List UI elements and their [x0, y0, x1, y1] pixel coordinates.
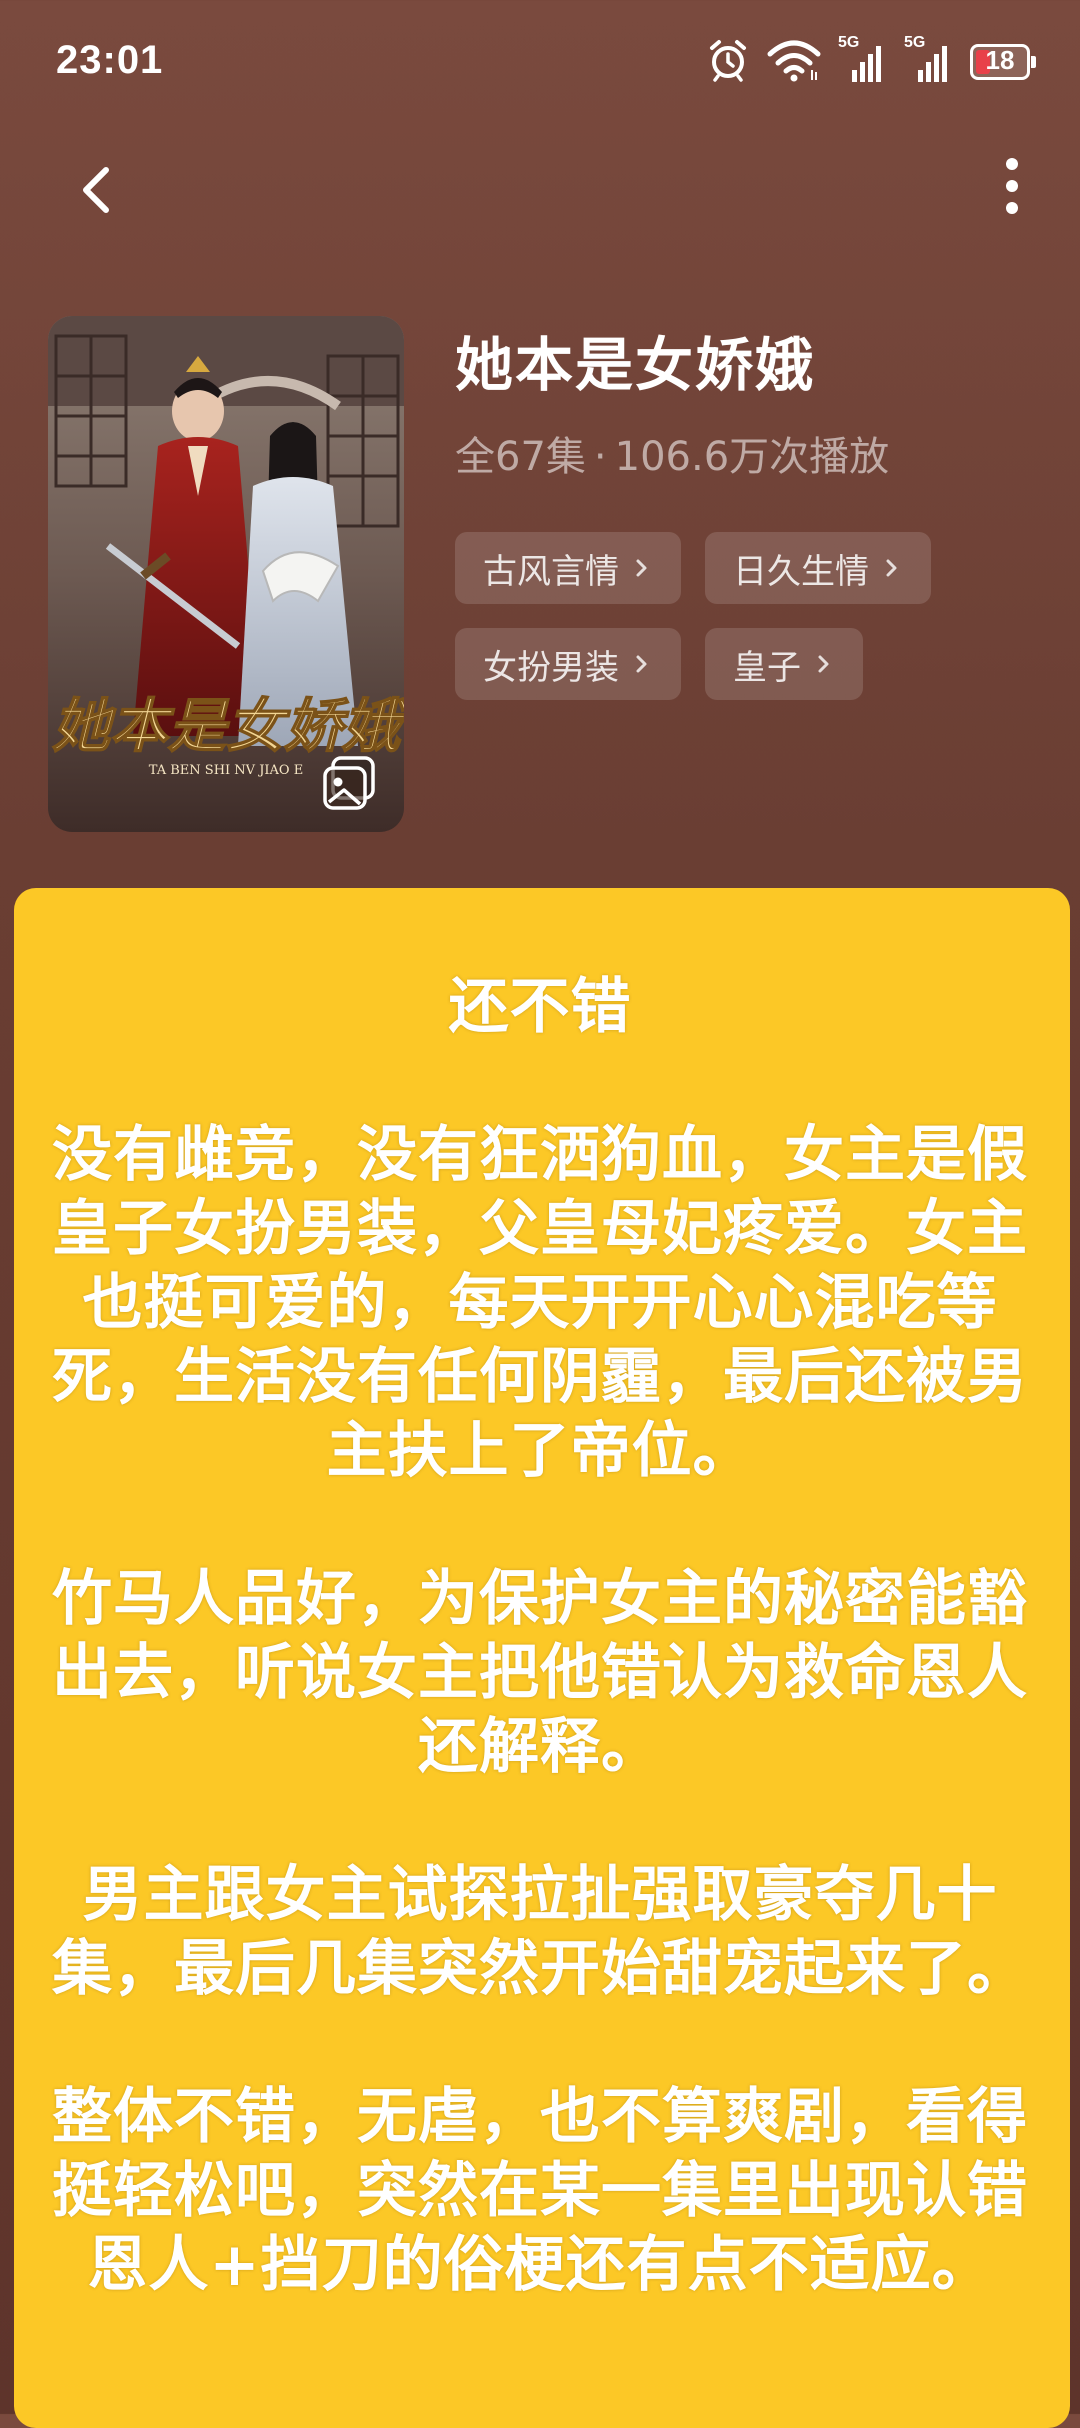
- drama-meta: 全67集 · 106.6万次播放: [455, 424, 889, 482]
- battery-level: 18: [985, 45, 1015, 75]
- review-heading: 还不错: [448, 972, 632, 1042]
- status-bar: 23:01 5G 5G 18: [0, 0, 1080, 130]
- drama-poster[interactable]: 她本是女娇娥 TA BEN SHI NV JIAO E: [48, 316, 404, 832]
- drama-title: 她本是女娇娥: [455, 331, 816, 399]
- episode-count: 全67集: [455, 434, 586, 480]
- review-line: 还解释。: [418, 1712, 662, 1782]
- tag-label: 日久生情: [733, 551, 869, 592]
- tag-chip[interactable]: 古风言情: [455, 532, 681, 604]
- chevron-right-icon: [818, 655, 829, 673]
- tag-chip[interactable]: 日久生情: [705, 532, 931, 604]
- tag-label: 女扮男装: [483, 647, 619, 688]
- back-button[interactable]: [70, 150, 130, 230]
- review-line: 集，最后几集突然开始甜宠起来了。: [52, 1934, 1028, 2004]
- review-line: 挺轻松吧，突然在某一集里出现认错: [52, 2156, 1028, 2226]
- review-line: 男主跟女主试探拉扯强取豪夺几十: [82, 1860, 998, 1930]
- review-line: 恩人+挡刀的俗梗还有点不适应。: [87, 2230, 993, 2300]
- review-line: 皇子女扮男装，父皇母妃疼爱。女主: [52, 1194, 1028, 1264]
- gallery-icon: [323, 756, 375, 810]
- poster-subtitle: TA BEN SHI NV JIAO E: [149, 763, 303, 778]
- review-line: 也挺可爱的，每天开开心心混吃等: [82, 1268, 998, 1338]
- play-count: 106.6万次播放: [614, 434, 890, 480]
- meta-separator: ·: [593, 434, 607, 480]
- tag-label: 古风言情: [483, 551, 619, 592]
- tag-chip[interactable]: 女扮男装: [455, 628, 681, 700]
- chevron-left-icon: [83, 167, 109, 213]
- review-line: 出去，听说女主把他错认为救命恩人: [52, 1638, 1028, 1708]
- chevron-right-icon: [886, 559, 897, 577]
- wifi-icon: [766, 38, 822, 86]
- more-options-button[interactable]: [982, 150, 1042, 230]
- review-line: 没有雌竞，没有狂洒狗血，女主是假: [52, 1120, 1028, 1190]
- chevron-right-icon: [636, 559, 647, 577]
- more-vertical-icon: [1006, 158, 1018, 214]
- signal-5g-icon: 5G: [838, 34, 888, 84]
- alarm-icon: [706, 38, 750, 86]
- status-time: 23:01: [56, 38, 164, 82]
- tag-chip[interactable]: 皇子: [705, 628, 863, 700]
- review-text: 还不错 没有雌竞，没有狂洒狗血，女主是假 皇子女扮男装，父皇母妃疼爱。女主 也挺…: [14, 970, 1066, 2302]
- poster-title: 她本是女娇娥: [52, 692, 404, 760]
- battery-icon: 18: [970, 44, 1036, 80]
- review-line: 主扶上了帝位。: [326, 1416, 754, 1486]
- status-icons: 5G 5G 18: [706, 34, 1036, 88]
- review-line: 竹马人品好，为保护女主的秘密能豁: [52, 1564, 1028, 1634]
- signal-5g-icon: 5G: [904, 34, 954, 84]
- tag-label: 皇子: [733, 647, 801, 688]
- review-line: 整体不错，无虐，也不算爽剧，看得: [52, 2082, 1028, 2152]
- tag-list: 古风言情 日久生情 女扮男装 皇子: [455, 532, 1015, 700]
- review-line: 死，生活没有任何阴霾，最后还被男: [52, 1342, 1028, 1412]
- chevron-right-icon: [636, 655, 647, 673]
